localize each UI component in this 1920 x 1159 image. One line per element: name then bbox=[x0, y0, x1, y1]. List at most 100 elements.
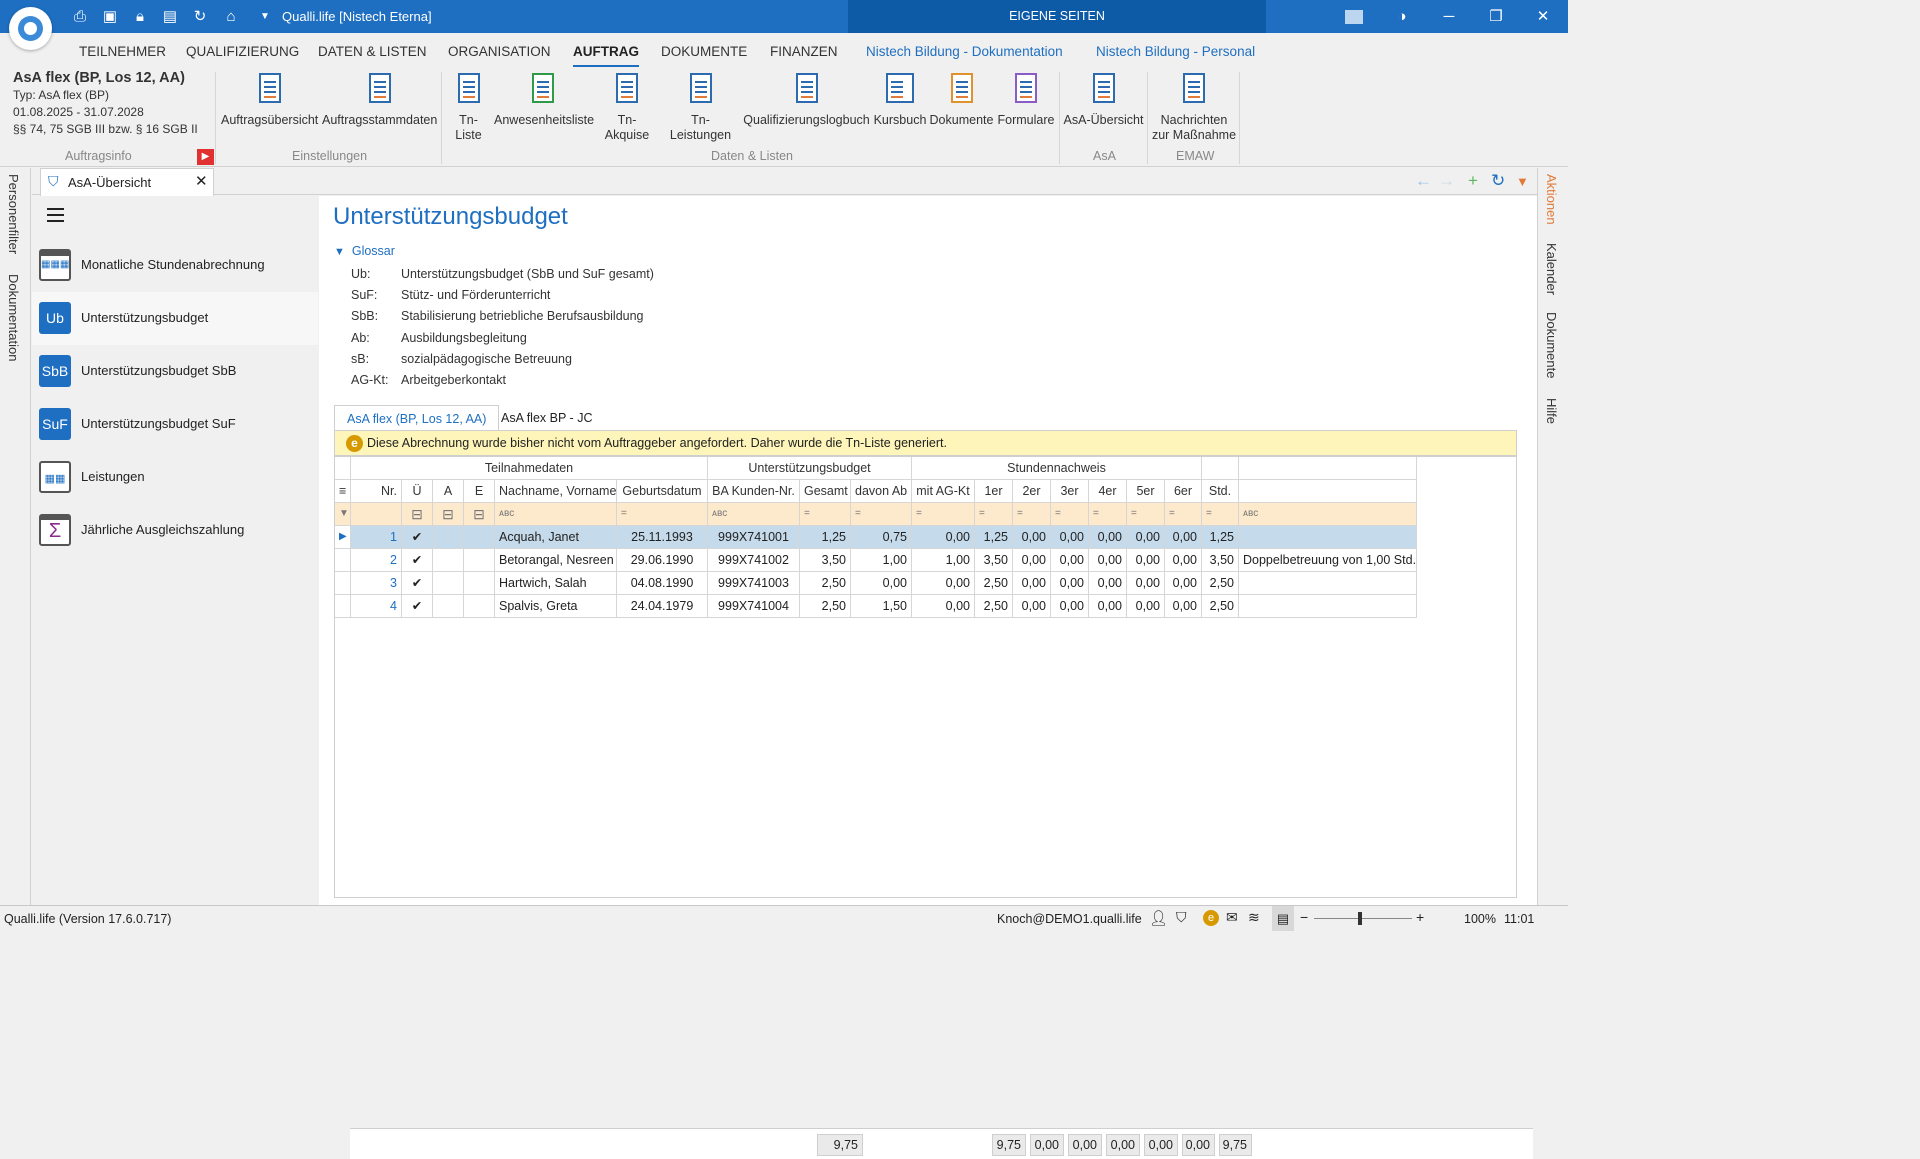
zoom-slider-thumb[interactable] bbox=[1358, 912, 1362, 925]
filter-cell[interactable]: ᴀʙᴄ bbox=[708, 503, 800, 526]
eigene-seiten-button[interactable]: EIGENE SEITEN bbox=[848, 0, 1266, 33]
sidebar-item-monatliche-stundenabrechnung[interactable]: ▦▦▦ Monatliche Stundenabrechnung bbox=[32, 239, 318, 292]
back-arrow-icon[interactable]: ← bbox=[1415, 171, 1432, 191]
tab-asa-uebersicht[interactable]: ⛉ AsA-Übersicht ✕ bbox=[40, 168, 214, 196]
table-cell[interactable]: 0,75 bbox=[851, 526, 912, 549]
table-cell[interactable] bbox=[464, 526, 495, 549]
zoom-out-icon[interactable]: − bbox=[1300, 909, 1308, 925]
filter-cell[interactable]: = bbox=[1089, 503, 1127, 526]
table-cell[interactable]: 1 bbox=[351, 526, 402, 549]
table-cell[interactable]: 24.04.1979 bbox=[617, 595, 708, 618]
report-icon[interactable]: ▤ bbox=[160, 7, 180, 27]
filter-cell[interactable]: = bbox=[1165, 503, 1202, 526]
tab-asa-flex-bp-jc[interactable]: AsA flex BP - JC bbox=[489, 405, 604, 430]
close-tab-icon[interactable]: ✕ bbox=[195, 172, 208, 190]
table-cell[interactable] bbox=[433, 595, 464, 618]
dropdown-icon[interactable]: ▼ bbox=[1516, 174, 1529, 189]
table-cell[interactable]: 0,00 bbox=[1013, 595, 1051, 618]
filter-cell[interactable] bbox=[351, 503, 402, 526]
sidebar-item-jaehrliche-ausgleichszahlung[interactable]: Σ Jährliche Ausgleichszahlung bbox=[32, 504, 318, 557]
table-cell[interactable]: 1,00 bbox=[851, 549, 912, 572]
user-icon[interactable]: 👤︎ bbox=[1149, 909, 1168, 927]
personenfilter-tab[interactable]: Personenfilter bbox=[6, 174, 21, 254]
table-cell[interactable]: 1,50 bbox=[851, 595, 912, 618]
table-cell[interactable] bbox=[1239, 595, 1417, 618]
sidebar-item-leistungen[interactable]: ▦▦ Leistungen bbox=[32, 451, 318, 504]
table-cell[interactable]: 0,00 bbox=[1127, 526, 1165, 549]
column-header[interactable]: BA Kunden-Nr. bbox=[708, 480, 800, 503]
column-header[interactable]: 6er bbox=[1165, 480, 1202, 503]
filter-icon[interactable]: ▼ bbox=[335, 503, 351, 526]
layout-icon[interactable] bbox=[1331, 0, 1377, 33]
menu-nistech-personal[interactable]: Nistech Bildung - Personal bbox=[1096, 44, 1255, 59]
column-header[interactable]: 1er bbox=[975, 480, 1013, 503]
tab-asa-flex-bp-los-12[interactable]: AsA flex (BP, Los 12, AA) bbox=[334, 405, 500, 430]
table-cell[interactable]: 25.11.1993 bbox=[617, 526, 708, 549]
table-cell[interactable]: 0,00 bbox=[1165, 526, 1202, 549]
table-cell[interactable] bbox=[433, 549, 464, 572]
table-cell[interactable]: Doppelbetreuung von 1,00 Std. bbox=[1239, 549, 1417, 572]
zoom-in-icon[interactable]: + bbox=[1416, 909, 1424, 925]
sidebar-item-unterstuetzungsbudget-sbb[interactable]: SbB Unterstützungsbudget SbB bbox=[32, 345, 318, 398]
kalender-tab[interactable]: Kalender bbox=[1544, 243, 1559, 295]
table-cell[interactable]: 0,00 bbox=[1051, 526, 1089, 549]
table-cell[interactable]: 999X741002 bbox=[708, 549, 800, 572]
euro-status-icon[interactable]: e bbox=[1203, 910, 1219, 926]
dokumente-button[interactable]: Dokumente bbox=[929, 71, 994, 128]
filter-cell[interactable]: ᴀʙᴄ bbox=[495, 503, 617, 526]
table-cell[interactable]: 1,25 bbox=[1202, 526, 1239, 549]
filter-cell[interactable]: = bbox=[1127, 503, 1165, 526]
column-header[interactable]: Ü bbox=[402, 480, 433, 503]
column-header[interactable]: Geburtsdatum bbox=[617, 480, 708, 503]
filter-cell[interactable]: = bbox=[975, 503, 1013, 526]
print-icon[interactable]: ⎙ bbox=[70, 7, 90, 27]
table-cell[interactable]: 3,50 bbox=[1202, 549, 1239, 572]
add-icon[interactable]: + bbox=[1468, 171, 1478, 191]
table-cell[interactable]: 2,50 bbox=[975, 595, 1013, 618]
row-indicator[interactable] bbox=[335, 549, 351, 572]
table-cell[interactable] bbox=[464, 549, 495, 572]
table-cell[interactable]: 3 bbox=[351, 572, 402, 595]
filter-cell[interactable]: = bbox=[912, 503, 975, 526]
column-header[interactable]: Nachname, Vorname bbox=[495, 480, 617, 503]
table-cell[interactable]: 0,00 bbox=[1013, 572, 1051, 595]
table-cell[interactable]: 0,00 bbox=[912, 526, 975, 549]
table-cell[interactable] bbox=[1239, 572, 1417, 595]
save-icon[interactable]: ▣ bbox=[100, 7, 120, 27]
kursbuch-button[interactable]: Kursbuch bbox=[873, 71, 927, 128]
reload-icon[interactable]: ↻ bbox=[1491, 171, 1505, 191]
table-cell[interactable]: 0,00 bbox=[1089, 595, 1127, 618]
menu-daten-listen[interactable]: DATEN & LISTEN bbox=[318, 44, 427, 59]
table-cell[interactable]: 0,00 bbox=[1051, 595, 1089, 618]
wifi-icon[interactable]: ≋ bbox=[1248, 909, 1260, 926]
filter-cell[interactable]: = bbox=[1202, 503, 1239, 526]
table-cell[interactable]: Spalvis, Greta bbox=[495, 595, 617, 618]
asa-uebersicht-button[interactable]: AsA-Übersicht bbox=[1063, 71, 1144, 128]
row-indicator[interactable] bbox=[335, 595, 351, 618]
table-cell[interactable]: 2,50 bbox=[800, 572, 851, 595]
table-cell[interactable] bbox=[1239, 526, 1417, 549]
filter-cell[interactable]: = bbox=[1013, 503, 1051, 526]
table-cell[interactable]: 04.08.1990 bbox=[617, 572, 708, 595]
dokumente-tab[interactable]: Dokumente bbox=[1544, 312, 1559, 378]
dialog-launcher-button[interactable]: ▶ bbox=[197, 149, 214, 165]
table-cell[interactable]: 0,00 bbox=[1089, 549, 1127, 572]
home-icon[interactable]: ⌂ bbox=[221, 7, 241, 27]
menu-nistech-dokumentation[interactable]: Nistech Bildung - Dokumentation bbox=[866, 44, 1063, 59]
minimize-button[interactable]: ─ bbox=[1426, 0, 1472, 33]
table-cell[interactable]: 0,00 bbox=[1013, 526, 1051, 549]
table-cell[interactable] bbox=[464, 572, 495, 595]
aktionen-tab[interactable]: Aktionen bbox=[1544, 174, 1559, 225]
filter-cell[interactable]: ⊟ bbox=[433, 503, 464, 526]
column-header[interactable]: davon Ab bbox=[851, 480, 912, 503]
table-cell[interactable]: 2,50 bbox=[1202, 572, 1239, 595]
tn-leistungen-button[interactable]: Tn-Leistungen bbox=[661, 71, 740, 143]
table-cell[interactable]: 0,00 bbox=[912, 595, 975, 618]
forward-arrow-icon[interactable]: → bbox=[1438, 171, 1455, 191]
column-header[interactable]: Nr. bbox=[351, 480, 402, 503]
table-cell[interactable] bbox=[433, 526, 464, 549]
tn-liste-button[interactable]: Tn-Liste bbox=[446, 71, 491, 143]
hilfe-tab[interactable]: Hilfe bbox=[1544, 398, 1559, 424]
table-cell[interactable]: 1,00 bbox=[912, 549, 975, 572]
table-cell[interactable]: 0,00 bbox=[1127, 595, 1165, 618]
